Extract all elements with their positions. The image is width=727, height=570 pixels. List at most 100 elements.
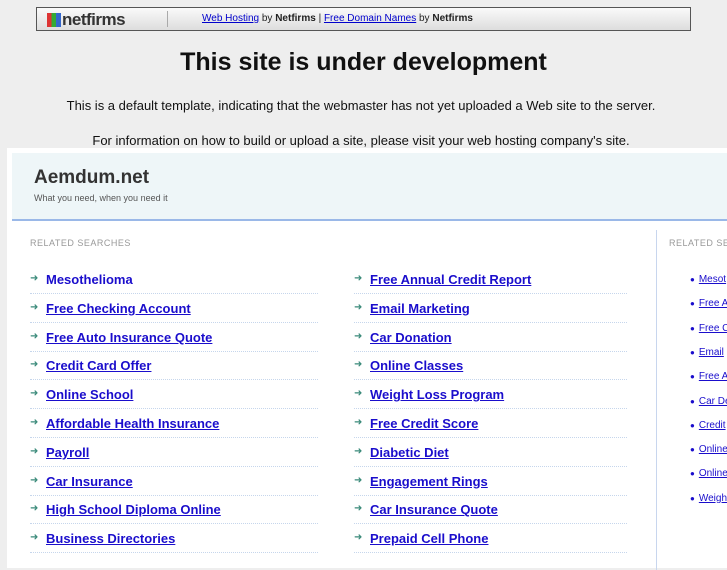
list-item: ➜ Free Annual Credit Report [354,265,627,294]
bullet-icon: ● [690,299,695,309]
related-search-link[interactable]: Credit Card Offer [46,358,151,373]
bullet-icon: ● [690,372,695,382]
related-search-link[interactable]: Business Directories [46,531,175,546]
side-search-link[interactable]: Car De [699,396,727,407]
side-search-link[interactable]: Online [699,444,727,455]
list-item: ➜ Free Credit Score [354,409,627,438]
info-text-2: For information on how to build or uploa… [92,133,630,148]
related-search-link[interactable]: High School Diploma Online [46,502,221,517]
related-search-link[interactable]: Free Credit Score [370,416,478,431]
bullet-icon: ● [690,275,695,284]
arrow-icon: ➜ [354,359,363,371]
list-item: ➜ Free Checking Account [30,294,318,323]
arrow-icon: ➜ [354,532,363,544]
arrow-icon: ➜ [30,474,39,486]
side-search-link[interactable]: Mesot [699,274,726,285]
bullet-icon: ● [690,347,695,357]
related-search-link[interactable]: Free Auto Insurance Quote [46,330,212,345]
info-text-1: This is a default template, indicating t… [66,98,656,113]
side-list-item: ● Free A [690,371,727,382]
list-item: ➜ Credit Card Offer [30,351,318,381]
side-list-item: ● Free A [690,298,727,309]
list-item: ➜ Online School [30,380,318,410]
side-list-item: ● Car De [690,396,727,407]
side-list-item: ● Online [690,468,727,479]
netfirms-logo[interactable]: netfirms [47,10,126,30]
related-search-link[interactable]: Online Classes [370,358,463,373]
list-item: ➜ Car Insurance [30,467,318,496]
column-divider [656,230,657,570]
related-search-link[interactable]: Diabetic Diet [370,445,449,460]
side-search-link[interactable]: Free C [699,323,727,334]
list-item: ➜ Email Marketing [354,294,627,323]
arrow-icon: ➜ [30,417,39,428]
side-related-label: RELATED SE [669,238,727,248]
related-search-link[interactable]: Mesothelioma [46,272,133,287]
list-item: ➜ Business Directories [30,524,318,554]
site-tagline: What you need, when you need it [34,193,168,203]
bullet-icon: ● [690,323,695,333]
related-search-link[interactable]: Payroll [46,445,89,460]
side-list-item: ● Credit [690,420,726,431]
related-search-link[interactable]: Free Annual Credit Report [370,272,531,287]
arrow-icon: ➜ [30,388,39,400]
related-search-link[interactable]: Car Insurance Quote [370,502,498,517]
side-search-link[interactable]: Weigh [699,493,727,504]
related-search-link[interactable]: Car Donation [370,330,452,345]
page-title: This site is under development [180,48,547,76]
side-search-link[interactable]: Free A [699,371,727,382]
arrow-icon: ➜ [354,474,363,486]
side-list-item: ● Weigh [690,493,727,504]
site-name[interactable]: Aemdum.net [34,167,149,189]
list-item: ➜ Free Auto Insurance Quote [30,323,318,352]
arrow-icon: ➜ [354,388,363,400]
bullet-icon: ● [690,469,695,479]
related-search-link[interactable]: Engagement Rings [370,474,488,489]
arrow-icon: ➜ [354,330,363,342]
related-search-link[interactable]: Free Checking Account [46,301,191,316]
list-item: ➜ Car Insurance Quote [354,495,627,525]
side-list-item: ● Mesot [690,274,726,285]
list-item: ➜ Payroll [30,438,318,467]
banner-links: Web Hosting by Netfirms | Free Domain Na… [202,13,473,24]
arrow-icon: ➜ [30,359,39,371]
arrow-icon: ➜ [354,503,363,515]
side-list-item: ● Free C [690,323,727,334]
related-search-link[interactable]: Car Insurance [46,474,133,489]
arrow-icon: ➜ [30,445,39,457]
related-search-link[interactable]: Online School [46,387,133,402]
side-search-link[interactable]: Credit [699,420,726,431]
bullet-icon: ● [690,396,695,406]
list-item: ➜ Affordable Health Insurance [30,409,318,438]
side-search-link[interactable]: Free A [699,298,727,309]
side-search-link[interactable]: Email [699,347,724,358]
list-item: ➜ Mesothelioma [30,265,318,294]
side-search-link[interactable]: Online [699,468,727,479]
related-search-link[interactable]: Weight Loss Program [370,387,504,402]
list-item: ➜ Car Donation [354,323,627,352]
bullet-icon: ● [690,493,695,503]
web-hosting-link[interactable]: Web Hosting [202,13,259,24]
arrow-icon: ➜ [30,503,39,515]
list-item: ➜ Online Classes [354,351,627,381]
divider [167,11,168,27]
related-search-link[interactable]: Affordable Health Insurance [46,416,219,431]
list-item: ➜ Diabetic Diet [354,438,627,467]
netfirms-banner: netfirms Web Hosting by Netfirms | Free … [36,7,691,31]
related-search-link[interactable]: Email Marketing [370,301,470,316]
arrow-icon: ➜ [354,301,363,313]
related-searches-label: RELATED SEARCHES [30,238,131,248]
logo-icon [47,13,61,27]
bullet-icon: ● [690,445,695,455]
side-list-item: ● Email [690,347,724,358]
list-item: ➜ Engagement Rings [354,467,627,496]
arrow-icon: ➜ [30,532,39,544]
site-header: Aemdum.net What you need, when you need … [12,153,727,221]
arrow-icon: ➜ [30,330,39,342]
related-search-link[interactable]: Prepaid Cell Phone [370,531,488,546]
free-domain-link[interactable]: Free Domain Names [324,13,416,24]
list-item: ➜ High School Diploma Online [30,495,318,525]
parked-frame: Aemdum.net What you need, when you need … [7,148,727,570]
arrow-icon: ➜ [30,273,39,284]
arrow-icon: ➜ [354,445,363,457]
